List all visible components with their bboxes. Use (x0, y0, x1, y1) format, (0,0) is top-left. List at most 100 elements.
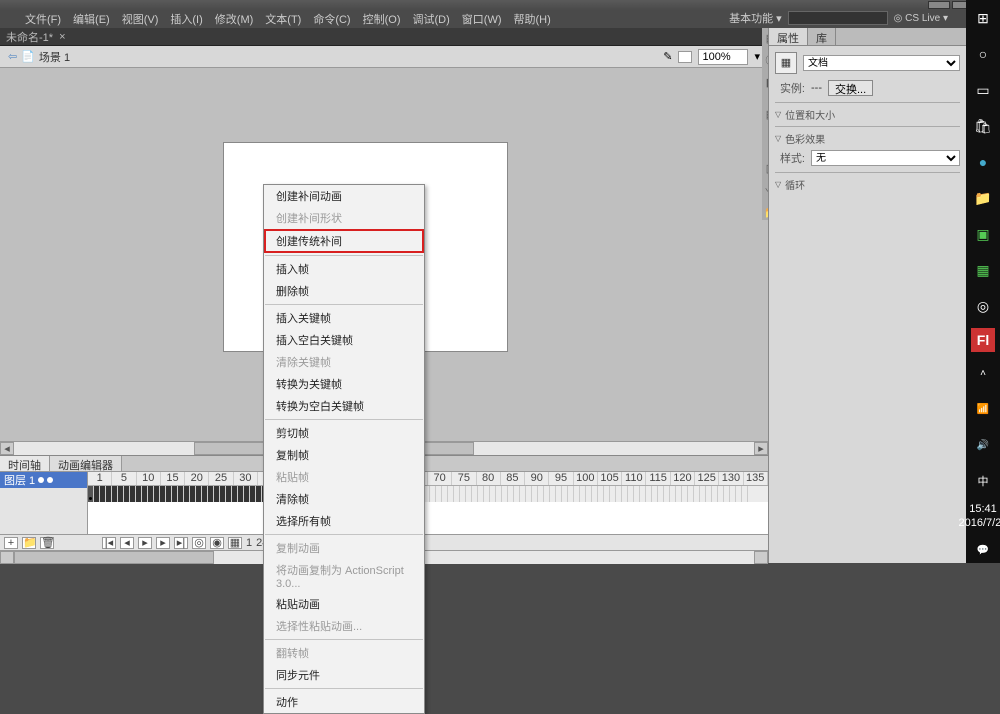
instance-type-icon[interactable]: ▦ (775, 52, 797, 74)
ctx-create-motion-tween[interactable]: 创建补间动画 (264, 185, 424, 207)
search-input[interactable] (788, 11, 888, 25)
visibility-dot-icon[interactable] (38, 477, 44, 483)
scroll-left-icon[interactable] (0, 551, 14, 564)
scroll-left-icon[interactable]: ◂ (0, 442, 14, 455)
ruler-tick[interactable]: 80 (477, 472, 501, 485)
ruler-tick[interactable]: 110 (622, 472, 646, 485)
lock-dot-icon[interactable] (47, 477, 53, 483)
frame-cell[interactable] (742, 486, 748, 502)
section-header-size[interactable]: 位置和大小 (775, 107, 960, 122)
ruler-tick[interactable]: 20 (185, 472, 209, 485)
style-select[interactable]: 无 (811, 150, 960, 166)
ruler-tick[interactable]: 85 (501, 472, 525, 485)
menu-control[interactable]: 控制(O) (358, 9, 406, 29)
tray-up-icon[interactable]: ˄ (969, 360, 997, 388)
last-frame-icon[interactable]: ▸| (174, 537, 188, 549)
scroll-thumb[interactable] (14, 551, 214, 564)
ruler-tick[interactable]: 130 (719, 472, 743, 485)
tray-ime-icon[interactable]: 中 (969, 468, 997, 496)
cslive-button[interactable]: ◎ CS Live ▾ (894, 13, 948, 24)
ruler-tick[interactable]: 115 (646, 472, 670, 485)
win-store-icon[interactable]: 🛍 (969, 112, 997, 140)
win-taskview-icon[interactable]: ▭ (969, 76, 997, 104)
tray-clock[interactable]: 15:41 2016/7/21 (959, 500, 1000, 533)
ruler-tick[interactable]: 135 (744, 472, 768, 485)
ctx-actions[interactable]: 动作 (264, 691, 424, 713)
ctx-select-all-frames[interactable]: 选择所有帧 (264, 510, 424, 532)
onion-skin-icon[interactable]: ◎ (192, 537, 206, 549)
frame-cell[interactable] (88, 486, 94, 502)
tray-volume-icon[interactable]: 🔊 (969, 432, 997, 460)
win-app3-icon[interactable]: ◎ (969, 292, 997, 320)
delete-layer-icon[interactable]: 🗑 (40, 537, 54, 549)
edit-multiple-icon[interactable]: ▦ (228, 537, 242, 549)
ruler-tick[interactable]: 120 (671, 472, 695, 485)
win-flash-icon[interactable]: Fl (971, 328, 995, 352)
section-header-color[interactable]: 色彩效果 (775, 131, 960, 146)
win-start-icon[interactable]: ⊞ (969, 4, 997, 32)
win-cortana-icon[interactable]: ○ (969, 40, 997, 68)
min-button[interactable] (928, 1, 950, 9)
scroll-right-icon[interactable]: ▸ (754, 442, 768, 455)
frame-strip[interactable] (88, 486, 768, 502)
ctx-create-classic-tween[interactable]: 创建传统补间 (264, 229, 424, 253)
ctx-insert-keyframe[interactable]: 插入关键帧 (264, 307, 424, 329)
ruler-tick[interactable]: 25 (209, 472, 233, 485)
menu-window[interactable]: 窗口(W) (457, 9, 507, 29)
menu-insert[interactable]: 插入(I) (165, 9, 207, 29)
onion-outline-icon[interactable]: ◉ (210, 537, 224, 549)
layer-row[interactable]: 图层 1 (0, 472, 87, 488)
menu-view[interactable]: 视图(V) (117, 9, 164, 29)
menu-file[interactable]: 文件(F) (20, 9, 66, 29)
ruler-tick[interactable]: 105 (598, 472, 622, 485)
swap-button[interactable]: 交换... (828, 80, 873, 96)
prev-frame-icon[interactable]: ◂ (120, 537, 134, 549)
tab-library[interactable]: 库 (808, 28, 836, 45)
ctx-insert-blank-keyframe[interactable]: 插入空白关键帧 (264, 329, 424, 351)
ruler-tick[interactable]: 30 (234, 472, 258, 485)
frames-area[interactable]: 1510152025303540455055606570758085909510… (88, 472, 768, 534)
first-frame-icon[interactable]: |◂ (102, 537, 116, 549)
ctx-copy-frames[interactable]: 复制帧 (264, 444, 424, 466)
ctx-paste-motion[interactable]: 粘贴动画 (264, 593, 424, 615)
tray-notifications-icon[interactable]: 💬 (969, 537, 997, 565)
close-doc-icon[interactable]: × (59, 31, 65, 43)
ruler-tick[interactable]: 100 (574, 472, 598, 485)
frame-ruler[interactable]: 1510152025303540455055606570758085909510… (88, 472, 768, 486)
ctx-sync-symbols[interactable]: 同步元件 (264, 664, 424, 686)
ctx-cut-frames[interactable]: 剪切帧 (264, 422, 424, 444)
section-header-loop[interactable]: 循环 (775, 177, 960, 192)
zoom-dropdown-icon[interactable]: ▾ (754, 50, 760, 63)
tab-timeline[interactable]: 时间轴 (0, 456, 50, 471)
ruler-tick[interactable]: 75 (452, 472, 476, 485)
ruler-tick[interactable]: 95 (549, 472, 573, 485)
scene-back-icon[interactable]: ⇦ (8, 50, 17, 63)
ctx-insert-frame[interactable]: 插入帧 (264, 258, 424, 280)
ctx-remove-frames[interactable]: 删除帧 (264, 280, 424, 302)
ruler-tick[interactable]: 10 (137, 472, 161, 485)
play-icon[interactable]: ▸ (138, 537, 152, 549)
edit-scene-icon[interactable]: ✎ (663, 50, 672, 63)
menu-help[interactable]: 帮助(H) (509, 9, 556, 29)
zoom-field[interactable] (698, 49, 748, 65)
ruler-tick[interactable]: 15 (161, 472, 185, 485)
win-app-icon[interactable]: ▣ (969, 220, 997, 248)
tab-properties[interactable]: 属性 (769, 28, 808, 45)
instance-type-select[interactable]: 文档 (803, 55, 960, 71)
ruler-tick[interactable]: 70 (428, 472, 452, 485)
ctx-convert-to-keyframe[interactable]: 转换为关键帧 (264, 373, 424, 395)
ruler-tick[interactable]: 90 (525, 472, 549, 485)
menu-modify[interactable]: 修改(M) (210, 9, 259, 29)
ruler-tick[interactable]: 5 (112, 472, 136, 485)
ctx-clear-frames[interactable]: 清除帧 (264, 488, 424, 510)
ctx-convert-to-blank-keyframe[interactable]: 转换为空白关键帧 (264, 395, 424, 417)
win-explorer-icon[interactable]: 📁 (969, 184, 997, 212)
new-layer-icon[interactable]: + (4, 537, 18, 549)
new-folder-icon[interactable]: 📁 (22, 537, 36, 549)
tab-motion-editor[interactable]: 动画编辑器 (50, 456, 122, 471)
win-app2-icon[interactable]: ▦ (969, 256, 997, 284)
scene-name[interactable]: 场景 1 (39, 49, 70, 65)
menu-edit[interactable]: 编辑(E) (68, 9, 115, 29)
workspace-switcher[interactable]: 基本功能 ▾ (729, 10, 782, 26)
ruler-tick[interactable]: 1 (88, 472, 112, 485)
